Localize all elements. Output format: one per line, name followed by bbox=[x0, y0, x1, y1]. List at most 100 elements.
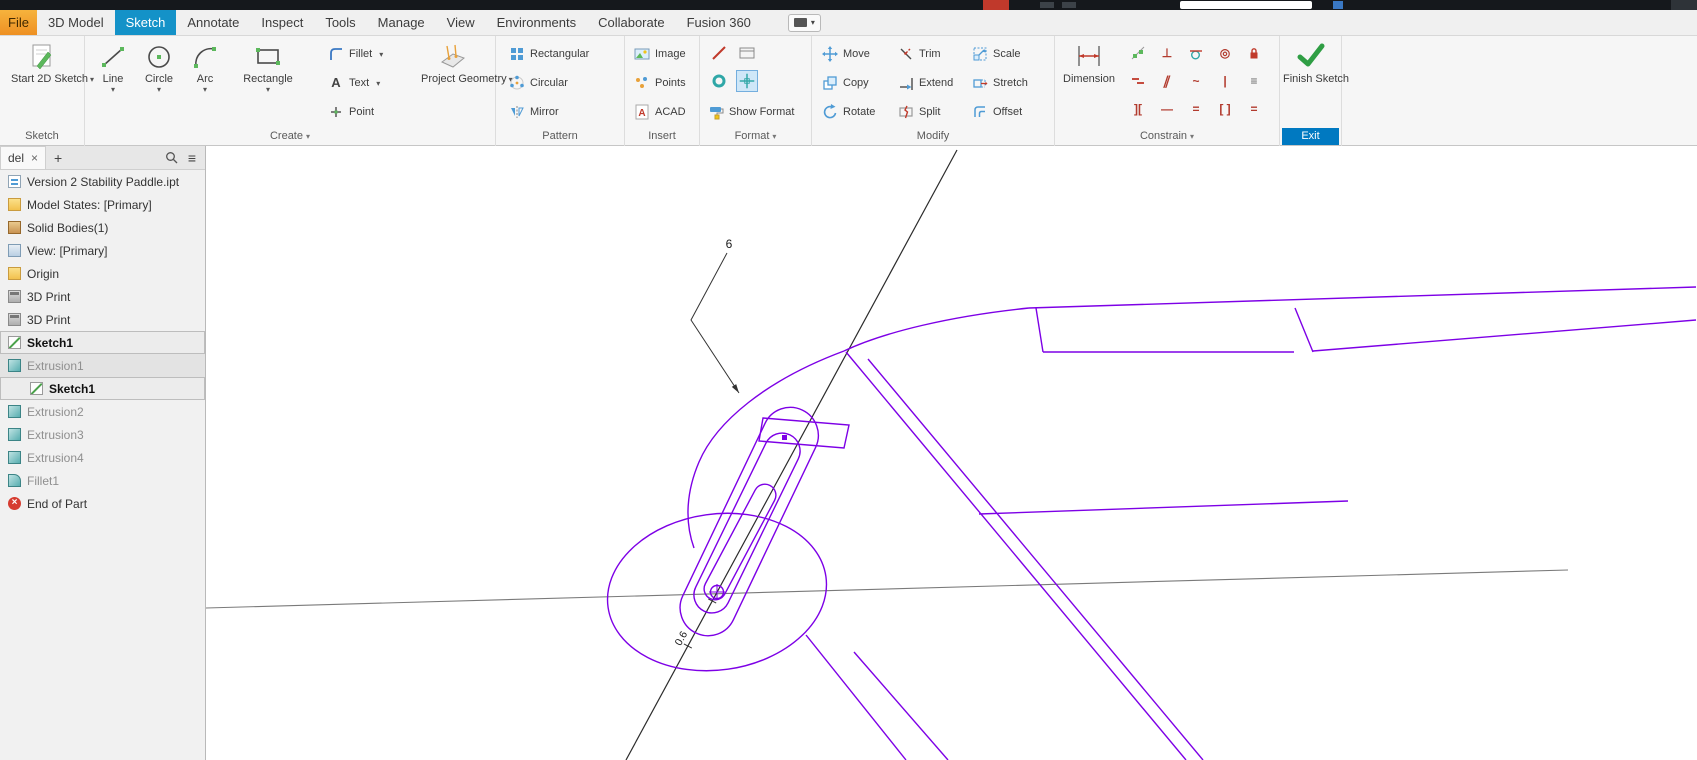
tab-inspect[interactable]: Inspect bbox=[250, 10, 314, 35]
handle-top-curve[interactable] bbox=[844, 308, 1029, 351]
text-tool-button[interactable]: A Text ▾ bbox=[328, 72, 380, 94]
constraint-symmetric-button[interactable]: ][ bbox=[1127, 98, 1149, 120]
hamburger-menu-icon[interactable]: ≡ bbox=[188, 150, 196, 166]
tab-sketch[interactable]: Sketch bbox=[115, 10, 177, 35]
centerpoint-button-selected[interactable] bbox=[736, 70, 758, 92]
browser-tab-model[interactable]: del × bbox=[0, 146, 46, 169]
tree-item-3d-print-2[interactable]: 3D Print bbox=[0, 308, 205, 331]
constraint-perpendicular-button[interactable]: ⊥ bbox=[1156, 42, 1178, 64]
driven-dimension-button[interactable] bbox=[708, 70, 730, 92]
sketch-viewport[interactable]: 6 0.6 bbox=[206, 146, 1697, 760]
constraint-equal2-button[interactable]: = bbox=[1243, 98, 1265, 120]
panel-label-constrain[interactable]: Constrain▾ bbox=[1055, 128, 1279, 145]
tree-item-part-file[interactable]: Version 2 Stability Paddle.ipt bbox=[0, 170, 205, 193]
tree-item-end-of-part[interactable]: End of Part bbox=[0, 492, 205, 515]
move-button[interactable]: Move bbox=[822, 43, 870, 65]
sketch-point[interactable] bbox=[782, 435, 787, 440]
extend-button[interactable]: Extend bbox=[898, 72, 953, 94]
dimension-label-linear[interactable]: 0.6 bbox=[673, 629, 691, 648]
tree-item-model-states[interactable]: Model States: [Primary] bbox=[0, 193, 205, 216]
line-tool-button[interactable]: Line ▾ bbox=[91, 41, 135, 93]
constraint-parallel-button[interactable]: ∥ bbox=[1156, 70, 1178, 92]
rectangular-pattern-button[interactable]: Rectangular bbox=[509, 43, 589, 65]
construction-line-button[interactable] bbox=[708, 42, 730, 64]
mirror-button[interactable]: Mirror bbox=[509, 101, 559, 123]
tab-annotate[interactable]: Annotate bbox=[176, 10, 250, 35]
constraint-vertical-button[interactable]: | bbox=[1214, 70, 1236, 92]
tree-item-extrusion2[interactable]: Extrusion2 bbox=[0, 400, 205, 423]
copy-button[interactable]: Copy bbox=[822, 72, 869, 94]
constraint-horizontal-button[interactable]: — bbox=[1156, 98, 1178, 120]
arc-tool-button[interactable]: Arc ▾ bbox=[183, 41, 227, 93]
tree-item-extrusion4[interactable]: Extrusion4 bbox=[0, 446, 205, 469]
tree-item-origin[interactable]: Origin bbox=[0, 262, 205, 285]
constraint-smooth-button[interactable]: ~ bbox=[1185, 70, 1207, 92]
tree-item-sketch1-child[interactable]: Sketch1 bbox=[0, 377, 205, 400]
fillet-tool-button[interactable]: Fillet ▾ bbox=[328, 43, 383, 65]
tab-tools[interactable]: Tools bbox=[314, 10, 366, 35]
tab-fusion-360[interactable]: Fusion 360 bbox=[676, 10, 762, 35]
tree-item-3d-print-1[interactable]: 3D Print bbox=[0, 285, 205, 308]
constraint-coincident-button[interactable] bbox=[1127, 42, 1149, 64]
tab-manage[interactable]: Manage bbox=[367, 10, 436, 35]
tab-environments[interactable]: Environments bbox=[486, 10, 587, 35]
add-tab-button[interactable]: + bbox=[46, 150, 70, 166]
edge-connector-right[interactable] bbox=[1295, 308, 1313, 352]
rectangle-tool-button[interactable]: Rectangle ▾ bbox=[237, 41, 299, 93]
browser-search-button[interactable] bbox=[165, 151, 178, 164]
tree-item-view[interactable]: View: [Primary] bbox=[0, 239, 205, 262]
tab-view[interactable]: View bbox=[436, 10, 486, 35]
dimension-label-radius[interactable]: 6 bbox=[726, 237, 733, 251]
insert-points-button[interactable]: Points bbox=[634, 72, 686, 94]
shaft-upper-edge-b[interactable] bbox=[868, 359, 1203, 760]
start-2d-sketch-button[interactable]: Start 2D Sketch▾ bbox=[11, 41, 73, 86]
sketch-geometry[interactable] bbox=[597, 287, 1696, 760]
screen-selector-button[interactable]: ▾ bbox=[788, 14, 821, 32]
project-geometry-button[interactable]: Project Geometry▾ bbox=[421, 41, 485, 86]
panel-label-format[interactable]: Format▾ bbox=[700, 128, 811, 145]
blade-top-edge[interactable] bbox=[1029, 287, 1696, 308]
radius-dimension-leader[interactable] bbox=[691, 253, 739, 393]
edge-connector-left[interactable] bbox=[1036, 308, 1043, 352]
tree-item-sketch1[interactable]: Sketch1 bbox=[0, 331, 205, 354]
blade-second-edge-right[interactable] bbox=[1313, 320, 1696, 351]
circular-pattern-button[interactable]: Circular bbox=[509, 72, 568, 94]
tree-item-extrusion1[interactable]: Extrusion1 bbox=[0, 354, 205, 377]
constraint-brackets-button[interactable]: [ ] bbox=[1214, 98, 1236, 120]
tab-collaborate[interactable]: Collaborate bbox=[587, 10, 676, 35]
finish-sketch-button[interactable]: Finish Sketch bbox=[1283, 41, 1339, 86]
constraint-concentric-button[interactable]: ◎ bbox=[1214, 42, 1236, 64]
constraint-settings-button[interactable]: ≡ bbox=[1243, 70, 1265, 92]
shaft-lower-edge-b[interactable] bbox=[854, 652, 948, 760]
axis-construction-line[interactable] bbox=[626, 150, 957, 760]
sketch-only-button[interactable] bbox=[736, 42, 758, 64]
point-tool-button[interactable]: Point bbox=[328, 101, 374, 123]
panel-label-create[interactable]: Create▾ bbox=[85, 128, 495, 145]
trim-button[interactable]: Trim bbox=[898, 43, 941, 65]
blade-near-edge[interactable] bbox=[979, 501, 1348, 514]
tree-item-fillet1[interactable]: Fillet1 bbox=[0, 469, 205, 492]
shaft-upper-edge-a[interactable] bbox=[846, 352, 1186, 760]
constraint-lock-button[interactable] bbox=[1243, 42, 1265, 64]
close-icon[interactable]: × bbox=[31, 151, 38, 165]
constraint-tangent-button[interactable] bbox=[1185, 42, 1207, 64]
sketch-canvas[interactable]: 6 0.6 bbox=[206, 146, 1697, 760]
titlebar-search-box[interactable] bbox=[1180, 1, 1312, 9]
insert-acad-button[interactable]: A ACAD bbox=[634, 101, 686, 123]
scale-button[interactable]: Scale bbox=[972, 43, 1021, 65]
tree-item-solid-bodies[interactable]: Solid Bodies(1) bbox=[0, 216, 205, 239]
ground-reference-line[interactable] bbox=[206, 570, 1568, 608]
titlebar-button[interactable] bbox=[1671, 0, 1697, 10]
rotate-button[interactable]: Rotate bbox=[822, 101, 875, 123]
offset-button[interactable]: Offset bbox=[972, 101, 1022, 123]
insert-image-button[interactable]: Image bbox=[634, 43, 686, 65]
tab-3d-model[interactable]: 3D Model bbox=[37, 10, 115, 35]
dimension-button[interactable]: Dimension bbox=[1059, 41, 1119, 86]
show-format-button[interactable]: Show Format bbox=[708, 101, 794, 123]
tree-item-extrusion3[interactable]: Extrusion3 bbox=[0, 423, 205, 446]
split-button[interactable]: Split bbox=[898, 101, 940, 123]
file-menu-button[interactable]: File bbox=[0, 10, 37, 35]
circle-tool-button[interactable]: Circle ▾ bbox=[137, 41, 181, 93]
stretch-button[interactable]: Stretch bbox=[972, 72, 1028, 94]
slot-outer[interactable] bbox=[671, 398, 828, 645]
